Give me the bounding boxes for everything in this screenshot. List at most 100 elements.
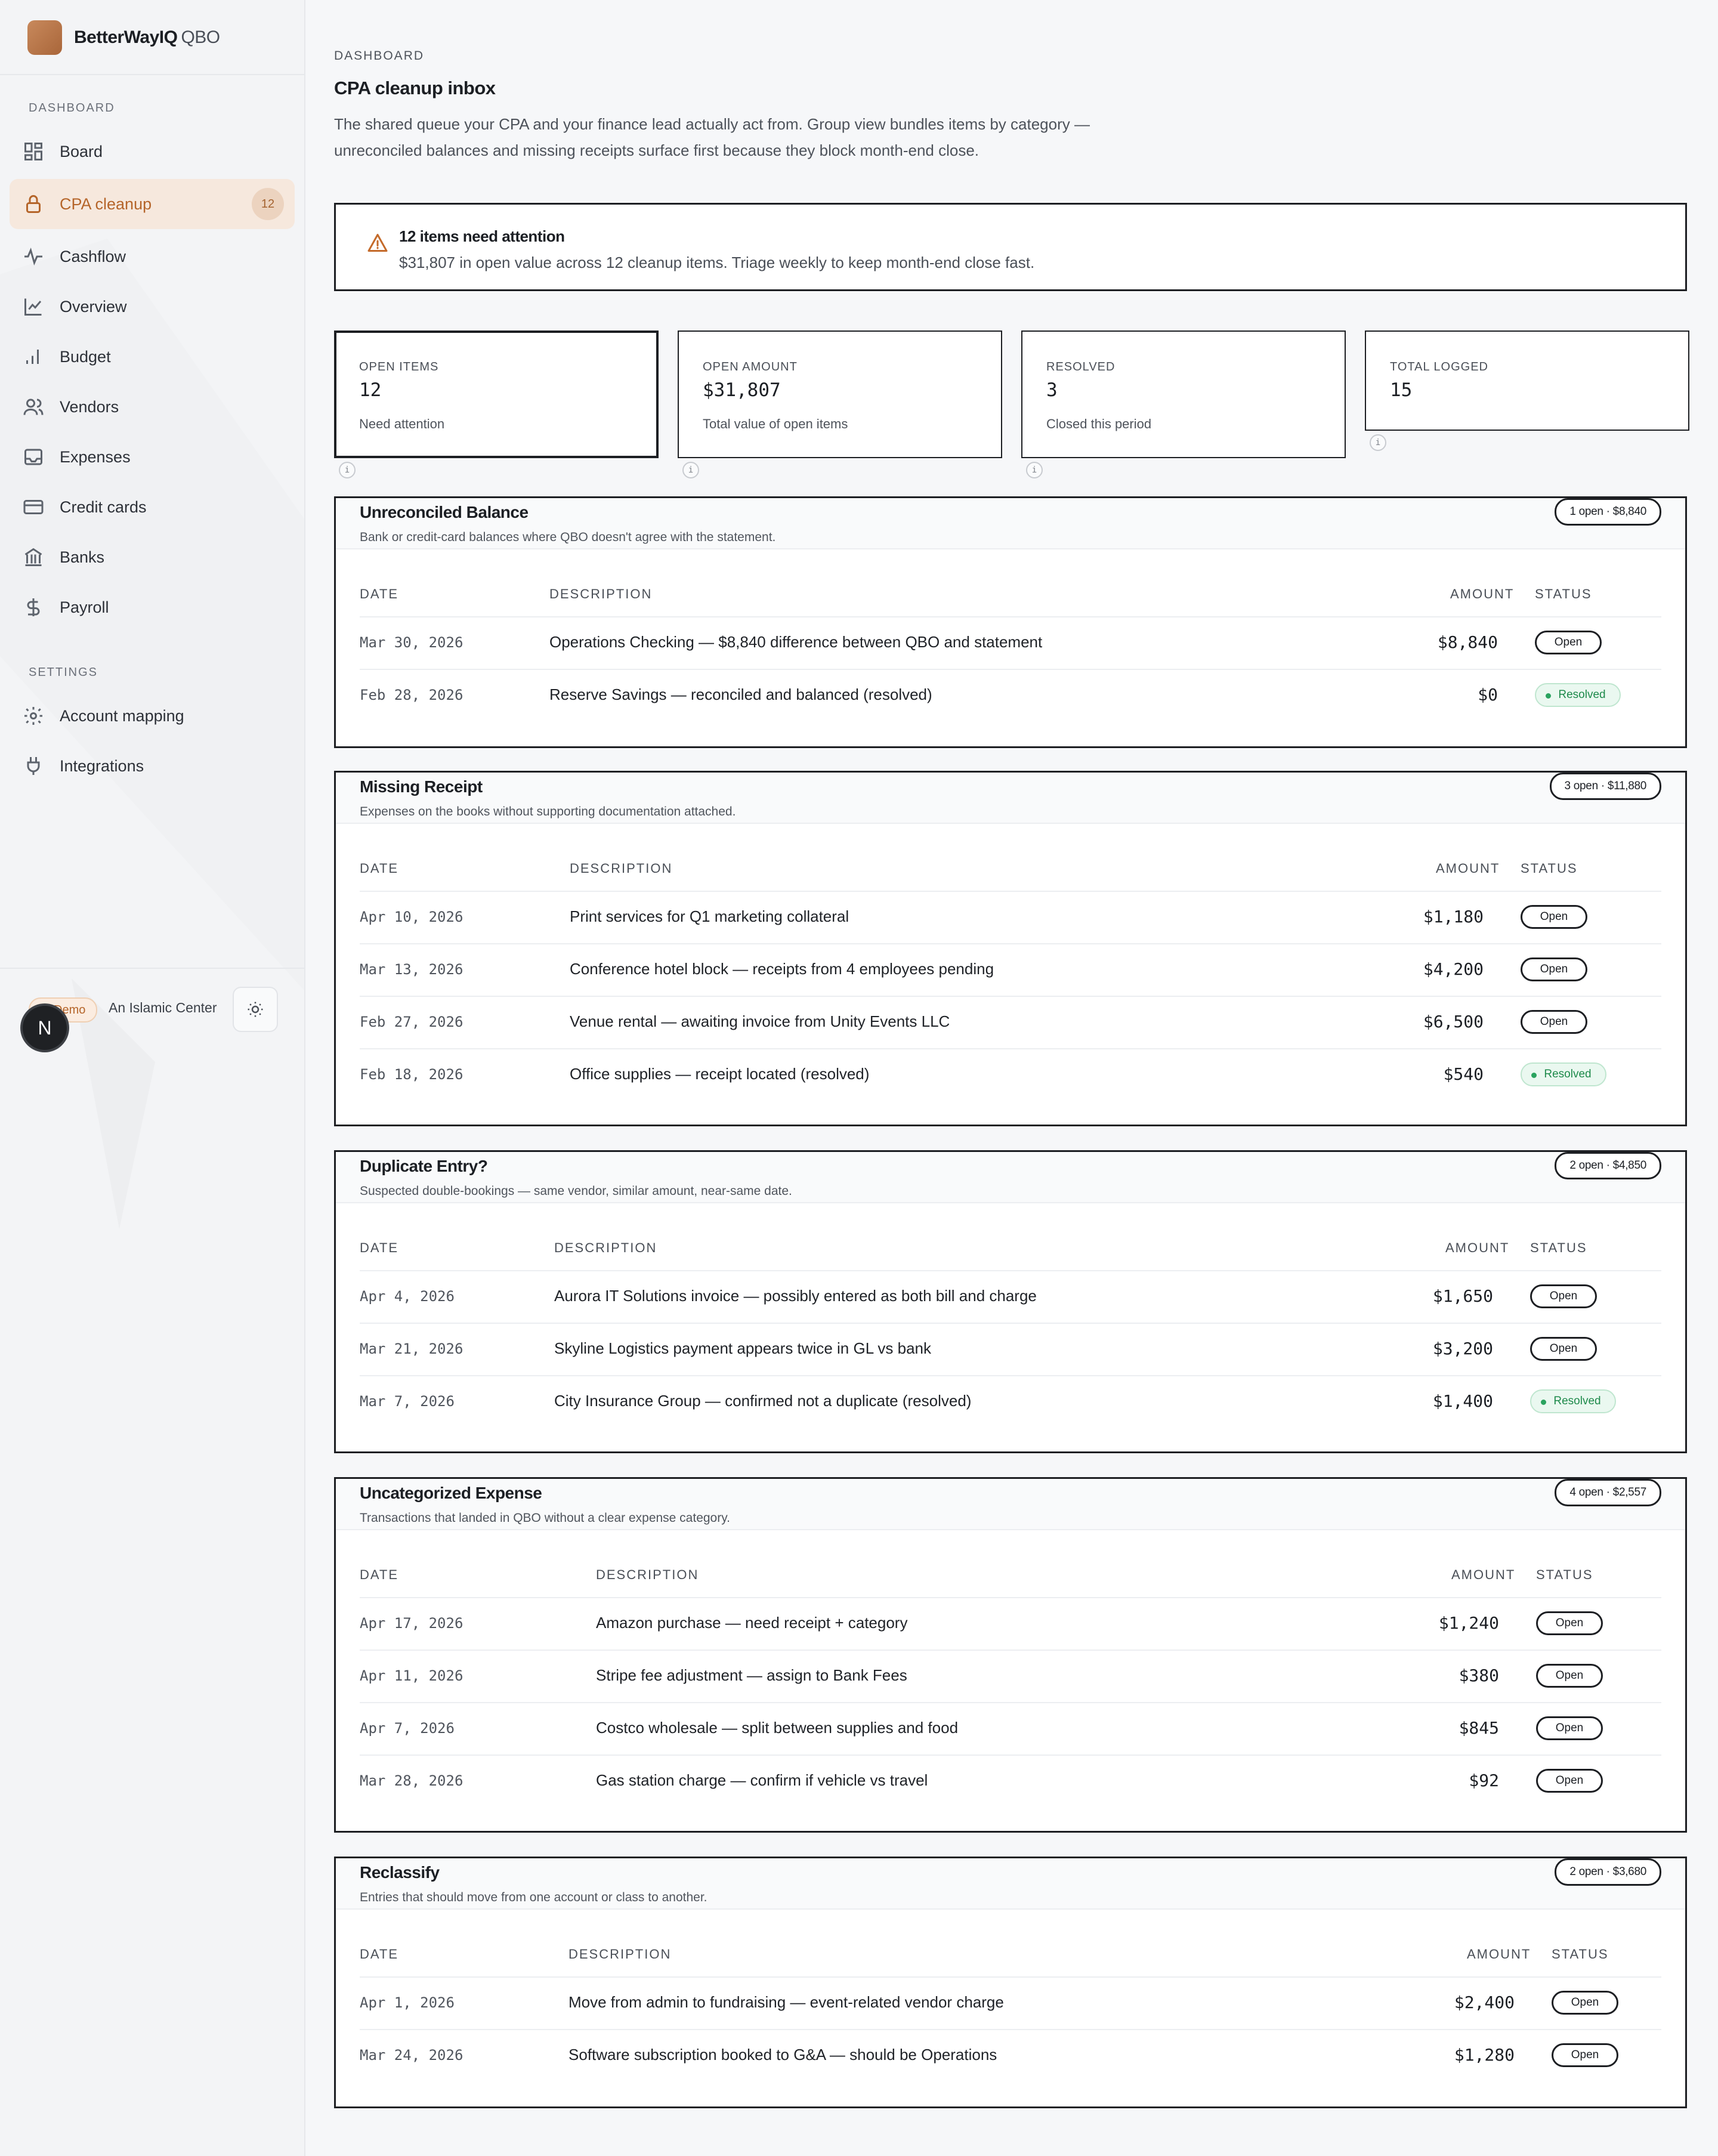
category-description: Transactions that landed in QBO without … [360, 1511, 731, 1525]
theme-toggle-button[interactable] [233, 987, 278, 1032]
row-description: Software subscription booked to G&A — sh… [568, 2046, 997, 2064]
info-icon[interactable]: i [682, 462, 699, 478]
status-badge[interactable]: Open [1536, 1716, 1603, 1740]
row-description: Reserve Savings — reconciled and balance… [549, 685, 932, 703]
sidebar-item-cpa-cleanup[interactable]: CPA cleanup 12 [10, 179, 295, 229]
row-amount: $8,840 [1437, 632, 1498, 652]
row-amount: $6,500 [1423, 1012, 1484, 1031]
table-row[interactable]: Mar 28, 2026 Gas station charge — confir… [360, 1756, 1661, 1807]
row-amount: $540 [1443, 1064, 1484, 1084]
row-amount: $1,240 [1438, 1613, 1499, 1633]
table-row[interactable]: Mar 13, 2026 Conference hotel block — re… [360, 944, 1661, 997]
status-badge[interactable]: Open [1552, 1991, 1618, 2015]
lock-icon [21, 192, 45, 216]
row-amount: $380 [1459, 1666, 1499, 1685]
page-title: CPA cleanup inbox [334, 78, 496, 98]
category-summary-pill[interactable]: 2 open · $3,680 [1555, 1858, 1661, 1886]
table-header: DATE DESCRIPTION AMOUNT STATUS [360, 1933, 1661, 1978]
col-description: DESCRIPTION [549, 586, 653, 601]
col-date: DATE [360, 1567, 399, 1582]
category-summary-pill[interactable]: 4 open · $2,557 [1555, 1479, 1661, 1506]
sidebar-item-label: Vendors [60, 397, 119, 416]
status-badge[interactable]: Open [1536, 1769, 1603, 1793]
stat-card-open-items[interactable]: OPEN ITEMS 12 Need attention [334, 330, 659, 458]
stat-sub: Total value of open items [703, 416, 848, 431]
org-name[interactable]: An Islamic Center [109, 1000, 217, 1016]
panel-header: Reclassify Entries that should move from… [336, 1858, 1685, 1910]
pulse-icon [21, 245, 45, 268]
sidebar-item-cashflow[interactable]: Cashflow [10, 231, 295, 282]
table-row[interactable]: Mar 21, 2026 Skyline Logistics payment a… [360, 1324, 1661, 1376]
status-badge[interactable]: Open [1535, 631, 1602, 654]
avatar[interactable]: N [23, 1006, 67, 1050]
category-description: Entries that should move from one accoun… [360, 1891, 707, 1904]
category-description: Expenses on the books without supporting… [360, 805, 736, 818]
stat-sub: Need attention [359, 416, 445, 431]
table-row[interactable]: Apr 7, 2026 Costco wholesale — split bet… [360, 1703, 1661, 1756]
sidebar-item-label: Board [60, 142, 103, 160]
status-badge[interactable]: Open [1530, 1284, 1597, 1308]
sidebar-item-banks[interactable]: Banks [10, 532, 295, 582]
grid-icon [21, 140, 45, 163]
status-badge[interactable]: Open [1552, 2043, 1618, 2067]
category-title: Uncategorized Expense [360, 1484, 542, 1502]
table-row[interactable]: Apr 1, 2026 Move from admin to fundraisi… [360, 1978, 1661, 2030]
brand[interactable]: BetterWayIQ QBO [27, 19, 220, 56]
table-row[interactable]: Mar 30, 2026 Operations Checking — $8,84… [360, 617, 1661, 670]
table-row[interactable]: Mar 24, 2026 Software subscription booke… [360, 2030, 1661, 2081]
eyebrow: DASHBOARD [334, 49, 425, 63]
sidebar-item-budget[interactable]: Budget [10, 332, 295, 382]
status-badge[interactable]: Open [1521, 1010, 1587, 1034]
sidebar-item-payroll[interactable]: Payroll [10, 582, 295, 632]
status-badge[interactable]: Open [1521, 957, 1587, 981]
row-description: Conference hotel block — receipts from 4… [570, 960, 994, 978]
sidebar-item-board[interactable]: Board [10, 126, 295, 177]
table-row[interactable]: Apr 10, 2026 Print services for Q1 marke… [360, 892, 1661, 944]
brand-logo [27, 20, 62, 55]
table-row[interactable]: Mar 7, 2026 City Insurance Group — confi… [360, 1376, 1661, 1428]
dollar-icon [21, 595, 45, 619]
sidebar: BetterWayIQ QBO DASHBOARD Board CPA clean… [0, 0, 305, 2156]
category-summary-pill[interactable]: 2 open · $4,850 [1555, 1152, 1661, 1179]
users-icon [21, 395, 45, 419]
stat-value: $31,807 [703, 379, 781, 401]
sidebar-item-label: Integrations [60, 756, 144, 775]
status-badge[interactable]: Open [1536, 1664, 1603, 1688]
stat-label: RESOLVED [1046, 360, 1116, 373]
status-badge[interactable]: Open [1521, 905, 1587, 929]
stat-card-total-logged[interactable]: TOTAL LOGGED 15 [1365, 330, 1689, 431]
sidebar-item-credit-cards[interactable]: Credit cards [10, 482, 295, 532]
status-badge[interactable]: Resolved [1535, 683, 1621, 707]
category-reclassify: Reclassify Entries that should move from… [334, 1857, 1687, 2108]
brand-name: BetterWayIQ [74, 27, 178, 47]
sidebar-item-overview[interactable]: Overview [10, 282, 295, 332]
row-date: Apr 11, 2026 [360, 1667, 464, 1684]
sidebar-item-integrations[interactable]: Integrations [10, 741, 295, 791]
table-row[interactable]: Apr 4, 2026 Aurora IT Solutions invoice … [360, 1271, 1661, 1324]
col-amount: AMOUNT [1451, 1567, 1516, 1582]
status-badge[interactable]: Resolved [1521, 1062, 1606, 1086]
bar-chart-icon [21, 345, 45, 369]
table-row[interactable]: Feb 18, 2026 Office supplies — receipt l… [360, 1049, 1661, 1101]
sidebar-item-account-mapping[interactable]: Account mapping [10, 691, 295, 741]
table-header: DATE DESCRIPTION AMOUNT STATUS [360, 1227, 1661, 1271]
status-badge[interactable]: Open [1530, 1337, 1597, 1361]
table-row[interactable]: Feb 27, 2026 Venue rental — awaiting inv… [360, 997, 1661, 1049]
category-summary-pill[interactable]: 1 open · $8,840 [1555, 498, 1661, 526]
status-badge[interactable]: Open [1536, 1611, 1603, 1635]
sidebar-item-vendors[interactable]: Vendors [10, 382, 295, 432]
table-row[interactable]: Feb 28, 2026 Reserve Savings — reconcile… [360, 670, 1661, 721]
sidebar-item-expenses[interactable]: Expenses [10, 432, 295, 482]
stat-card-resolved[interactable]: RESOLVED 3 Closed this period [1021, 330, 1346, 458]
info-icon[interactable]: i [1370, 434, 1386, 451]
table-row[interactable]: Apr 17, 2026 Amazon purchase — need rece… [360, 1598, 1661, 1651]
info-icon[interactable]: i [1026, 462, 1043, 478]
sidebar-item-label: Budget [60, 347, 111, 366]
info-icon[interactable]: i [339, 462, 356, 478]
sidebar-item-label: CPA cleanup [60, 194, 152, 213]
category-summary-pill[interactable]: 3 open · $11,880 [1549, 773, 1661, 800]
status-badge[interactable]: Resolved [1530, 1389, 1616, 1413]
table-row[interactable]: Apr 11, 2026 Stripe fee adjustment — ass… [360, 1651, 1661, 1703]
stat-card-open-amount[interactable]: OPEN AMOUNT $31,807 Total value of open … [678, 330, 1002, 458]
divider [0, 74, 304, 75]
